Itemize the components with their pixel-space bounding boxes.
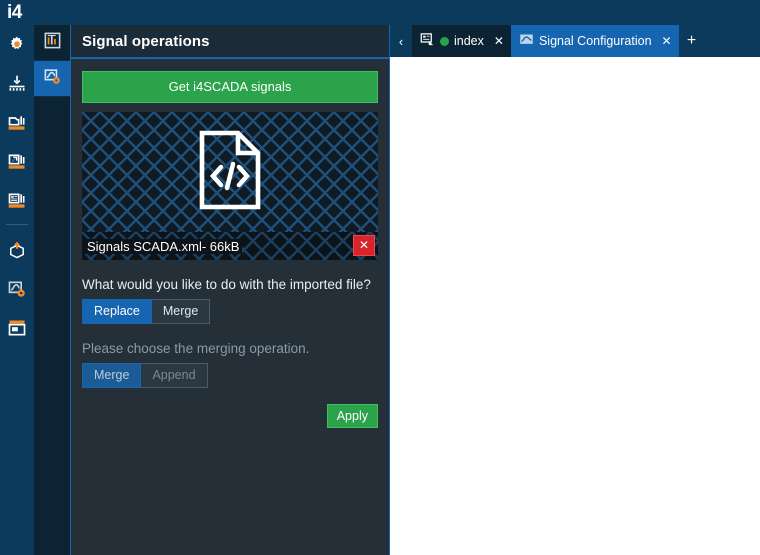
merge-option-append: Append [141, 363, 208, 388]
close-icon[interactable]: ✕ [662, 34, 672, 48]
signal-wave-icon [519, 32, 534, 50]
page-screen-icon [420, 32, 435, 50]
export-arrow-icon [7, 152, 27, 172]
apply-row: Apply [82, 404, 378, 428]
import-mode-group: Replace Merge [82, 299, 378, 324]
xml-file-icon [199, 130, 261, 215]
file-dropzone[interactable] [82, 112, 378, 232]
signal-config-icon [7, 279, 27, 299]
import-option-merge[interactable]: Merge [151, 299, 211, 324]
uploaded-file-row: Signals SCADA.xml- 66kB ✕ [82, 232, 378, 260]
sidebar-item-deploy[interactable] [0, 230, 34, 269]
page-title: Signal operations [82, 32, 210, 50]
signal-operations-icon [43, 67, 62, 91]
close-icon[interactable]: ✕ [494, 34, 504, 48]
tab-index[interactable]: index ✕ [412, 25, 511, 57]
app-window: i4 Signal operations Get i4SCADA signals… [0, 0, 760, 555]
deploy-upload-icon [7, 240, 27, 260]
rail-tab-signal-browser[interactable] [34, 25, 70, 61]
merge-question-label: Please choose the merging operation. [82, 341, 310, 356]
sidebar-item-panels[interactable] [0, 308, 34, 347]
get-i4scada-signals-button[interactable]: Get i4SCADA signals [82, 71, 378, 103]
merge-option-merge: Merge [82, 363, 142, 388]
import-question-label: What would you like to do with the impor… [82, 277, 371, 292]
remove-file-button[interactable]: ✕ [353, 235, 375, 256]
tab-strip: ‹ index ✕ Signal Configuration ✕ + [390, 25, 760, 57]
secondary-icon-rail [34, 25, 70, 555]
sidebar-item-signal-config[interactable] [0, 269, 34, 308]
sidebar-item-signals[interactable] [0, 64, 34, 103]
status-badge [440, 36, 449, 46]
import-option-replace[interactable]: Replace [82, 299, 152, 324]
main-content-area [390, 57, 760, 555]
sidebar-item-reports[interactable] [0, 181, 34, 220]
signal-input-icon [7, 74, 27, 94]
top-bar: i4 [0, 0, 760, 25]
rail-tab-signal-operations[interactable] [34, 61, 70, 97]
report-list-icon [7, 191, 27, 211]
left-icon-rail [0, 25, 34, 555]
signal-browser-icon [43, 31, 62, 55]
sidebar-item-export[interactable] [0, 142, 34, 181]
tab-signal-configuration[interactable]: Signal Configuration ✕ [510, 25, 679, 57]
signal-operations-panel: Signal operations Get i4SCADA signals Si… [70, 25, 390, 555]
archive-box-icon [7, 113, 27, 133]
apply-button[interactable]: Apply [326, 404, 378, 428]
add-tab-button[interactable]: + [679, 25, 705, 57]
settings-gear-icon [7, 35, 27, 55]
sidebar-item-archive[interactable] [0, 103, 34, 142]
sidebar-item-settings[interactable] [0, 25, 34, 64]
panel-header: Signal operations [71, 25, 389, 59]
window-panel-icon [7, 318, 27, 338]
brand-logo: i4 [7, 2, 22, 23]
file-name-label: Signals SCADA.xml- 66kB [82, 238, 243, 254]
merge-mode-group: Merge Append [82, 363, 378, 388]
rail-divider [6, 224, 28, 225]
collapse-panel-button[interactable]: ‹ [390, 25, 412, 57]
panel-body: Get i4SCADA signals Signals SCADA.xml- 6… [71, 59, 389, 428]
tab-index-label: index [454, 34, 484, 48]
tab-signal-configuration-label: Signal Configuration [538, 34, 652, 48]
